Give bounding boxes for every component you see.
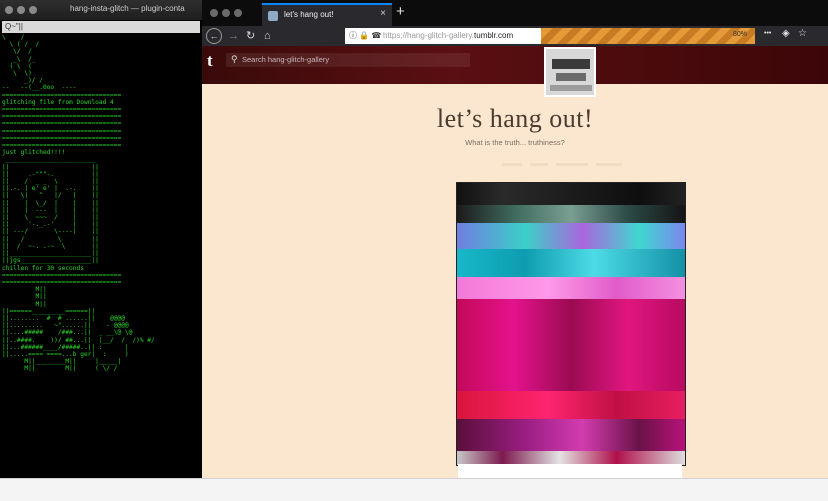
minimize-window-button[interactable]	[17, 6, 25, 14]
blog-description: What is the truth... truthiness?	[465, 138, 565, 147]
forward-button[interactable]: →	[228, 28, 239, 44]
zoom-window-button[interactable]	[29, 6, 37, 14]
search-placeholder: Search hang-glitch-gallery	[242, 55, 330, 64]
glitched-image[interactable]	[456, 182, 686, 466]
home-button[interactable]: ⌂	[264, 28, 271, 44]
url-domain: tumblr.com	[474, 31, 514, 40]
pocket-icon[interactable]: ◈	[782, 28, 790, 39]
close-window-button[interactable]	[5, 6, 13, 14]
more-actions-icon[interactable]: •••	[764, 30, 771, 37]
url-text: https://hang-glitch-gallery.tumblr.com	[383, 31, 513, 40]
blog-title[interactable]: let’s hang out!	[202, 104, 828, 134]
terminal-search-field[interactable]: Q~"||	[2, 21, 200, 33]
search-icon: ⚲	[231, 54, 238, 64]
tumblr-favicon-icon	[268, 11, 278, 21]
post-footer	[458, 464, 682, 478]
site-info-icon[interactable]: ⓘ 🔒 ☎	[349, 30, 381, 41]
blog-avatar[interactable]	[544, 47, 596, 97]
navigation-toolbar: ← → ↻ ⌂ ⓘ 🔒 ☎ https://hang-glitch-galler…	[202, 26, 828, 46]
zoom-level[interactable]: 80%	[733, 31, 747, 38]
bookmark-star-icon[interactable]: ☆	[798, 28, 807, 39]
close-tab-icon[interactable]: ×	[380, 8, 386, 19]
reload-button[interactable]: ↻	[246, 28, 255, 44]
back-button[interactable]: ←	[206, 28, 222, 44]
url-prefix: https://hang-glitch-gallery.	[383, 31, 475, 40]
zoom-window-button[interactable]	[234, 9, 242, 17]
terminal-window: hang-insta-glitch — plugin-conta Q~"|| \…	[0, 0, 202, 478]
tumblr-header: t ⚲ Search hang-glitch-gallery	[202, 46, 828, 84]
minimize-window-button[interactable]	[222, 9, 230, 17]
url-bar[interactable]: ⓘ 🔒 ☎ https://hang-glitch-gallery.tumblr…	[345, 28, 755, 44]
page-content: t ⚲ Search hang-glitch-gallery let’s han…	[202, 46, 828, 478]
tab-title: let's hang out!	[284, 10, 334, 19]
tab-strip: let's hang out! × +	[202, 0, 828, 26]
terminal-titlebar: hang-insta-glitch — plugin-conta	[0, 0, 202, 20]
url-field[interactable]: ⓘ 🔒 ☎ https://hang-glitch-gallery.tumblr…	[345, 28, 541, 44]
tab-active[interactable]: let's hang out! ×	[262, 3, 392, 26]
browser-window: let's hang out! × + ← → ↻ ⌂ ⓘ 🔒 ☎ https:…	[202, 0, 828, 478]
terminal-title: hang-insta-glitch — plugin-conta	[70, 4, 185, 13]
blog-nav-links[interactable]	[502, 153, 642, 166]
tumblr-logo-icon[interactable]: t	[207, 51, 213, 71]
desktop-bottom-strip	[0, 478, 828, 501]
terminal-output: \ / \ ( / / \/ / _\ /_ ( \ ( \ \) _)/ / …	[2, 34, 155, 373]
blog-search-input[interactable]: ⚲ Search hang-glitch-gallery	[226, 53, 470, 67]
new-tab-button[interactable]: +	[396, 3, 405, 20]
close-window-button[interactable]	[210, 9, 218, 17]
